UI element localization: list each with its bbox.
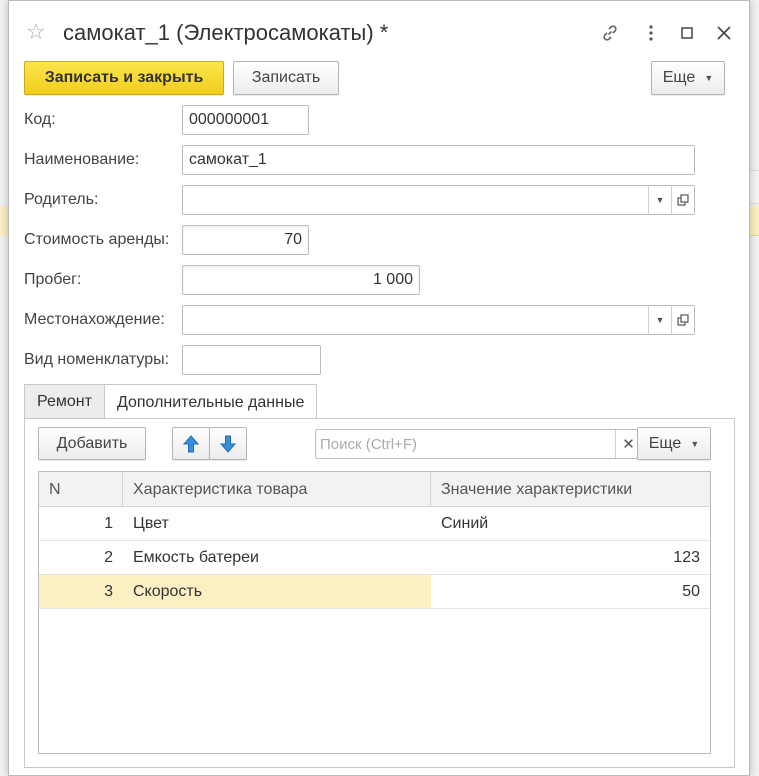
more-actions-icon[interactable] (639, 21, 663, 45)
tab-repair[interactable]: Ремонт (24, 384, 105, 419)
code-label: Код: (24, 111, 56, 128)
table-row[interactable]: 1 Цвет Синий (39, 507, 710, 541)
table-row[interactable]: 2 Емкость батереи 123 (39, 541, 710, 575)
search-input[interactable]: Поиск (Ctrl+F) ✕ (315, 429, 642, 459)
arrow-down-icon (220, 435, 236, 453)
move-up-button[interactable] (172, 427, 210, 460)
title-bar: ☆ самокат_1 (Электросамокаты) * (9, 1, 749, 59)
dropdown-arrow-icon[interactable]: ▼ (648, 186, 671, 214)
parent-field[interactable]: ▼ (182, 185, 695, 215)
background-selected-row-left (0, 206, 8, 236)
tab-bar: Ремонт Дополнительные данные (24, 384, 318, 420)
row-number: 3 (39, 575, 123, 608)
save-and-close-button[interactable]: Записать и закрыть (24, 61, 224, 95)
close-icon[interactable] (712, 21, 736, 45)
add-button[interactable]: Добавить (38, 427, 146, 460)
column-header-n[interactable]: N (39, 472, 123, 507)
name-field[interactable]: самокат_1 (182, 145, 695, 175)
name-label: Наименование: (24, 151, 140, 168)
location-field-buttons: ▼ (648, 306, 694, 334)
rent-cost-label: Стоимость аренды: (24, 231, 170, 248)
move-down-button[interactable] (209, 427, 247, 460)
mileage-label: Пробег: (24, 271, 82, 288)
save-button[interactable]: Записать (233, 61, 339, 95)
characteristics-table: N Характеристика товара Значение характе… (38, 471, 711, 754)
item-form-window: ☆ самокат_1 (Электросамокаты) * Записать… (8, 0, 750, 776)
parent-field-buttons: ▼ (648, 186, 694, 214)
arrow-up-icon (183, 434, 199, 452)
parent-label: Родитель: (24, 191, 99, 208)
nomenclature-label: Вид номенклатуры: (24, 351, 170, 368)
more-button[interactable]: Еще ▼ (651, 61, 725, 95)
dropdown-arrow-icon[interactable]: ▼ (648, 306, 671, 334)
row-characteristic: Цвет (133, 514, 169, 532)
row-value: 123 (673, 548, 700, 566)
table-header: N Характеристика товара Значение характе… (39, 472, 710, 507)
column-header-characteristic[interactable]: Характеристика товара (123, 472, 431, 507)
table-more-button[interactable]: Еще ▼ (637, 427, 711, 460)
chevron-down-icon: ▼ (690, 438, 700, 449)
window-title: самокат_1 (Электросамокаты) * (63, 20, 389, 45)
search-placeholder: Поиск (Ctrl+F) (320, 436, 417, 453)
row-characteristic: Скорость (123, 575, 431, 608)
table-row-selected[interactable]: 3 Скорость 50 (39, 575, 710, 609)
row-number: 1 (104, 514, 113, 532)
column-header-value[interactable]: Значение характеристики (431, 472, 710, 507)
row-number: 2 (104, 548, 113, 566)
open-item-icon[interactable] (671, 186, 694, 214)
chevron-down-icon: ▼ (704, 73, 714, 83)
row-characteristic: Емкость батереи (133, 548, 259, 566)
rent-cost-field[interactable]: 70 (182, 225, 309, 255)
row-value: 50 (431, 575, 710, 608)
nomenclature-field[interactable] (182, 345, 321, 375)
table-more-button-label: Еще (648, 434, 682, 452)
maximize-icon[interactable] (675, 21, 699, 45)
open-item-icon[interactable] (671, 306, 694, 334)
link-icon[interactable] (598, 21, 622, 45)
tab-panel-additional-data: Добавить Поиск (Ctrl+F) ✕ Еще ▼ N Характ… (24, 418, 735, 768)
favorite-star-icon[interactable]: ☆ (26, 21, 48, 43)
location-label: Местонахождение: (24, 311, 165, 328)
location-field[interactable]: ▼ (182, 305, 695, 335)
tab-additional-data[interactable]: Дополнительные данные (103, 384, 318, 420)
more-button-label: Еще (662, 69, 696, 86)
mileage-field[interactable]: 1 000 (182, 265, 420, 295)
code-field[interactable]: 000000001 (182, 105, 309, 135)
row-value: Синий (441, 514, 489, 532)
